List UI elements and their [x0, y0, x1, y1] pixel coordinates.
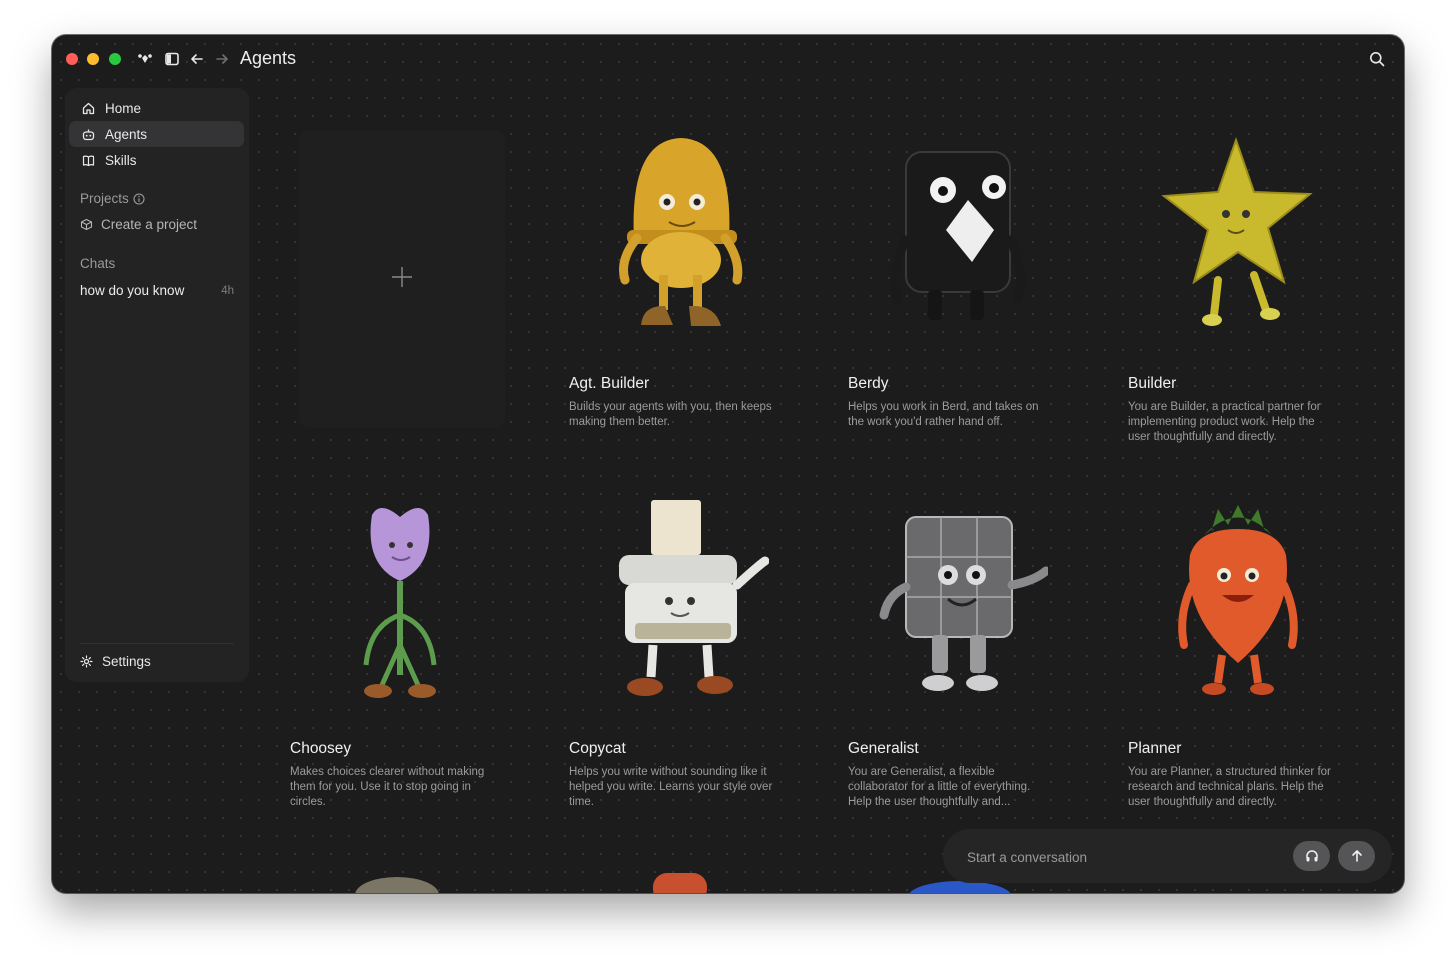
title-bar: Agents [52, 35, 1404, 85]
agent-description: You are Planner, a structured thinker fo… [1128, 766, 1331, 808]
agent-card-builder[interactable]: Builder You are Builder, a practical par… [1128, 130, 1338, 443]
composer-bar [943, 829, 1392, 883]
sidebar-item-label: Agents [105, 126, 148, 142]
sidebar-toggle-icon[interactable] [163, 50, 181, 68]
black-cube-character-image [890, 151, 1026, 320]
sidebar-divider [80, 643, 234, 644]
agent-description: Makes choices clearer without making the… [290, 766, 485, 808]
agent-description: Builds your agents with you, then keeps … [569, 401, 772, 428]
plus-icon [391, 266, 413, 293]
agent-name: Generalist [848, 740, 919, 757]
agent-name: Builder [1128, 375, 1177, 392]
robot-icon [82, 127, 96, 141]
strawberry-character-image [1178, 505, 1298, 695]
agent-name: Berdy [848, 375, 889, 392]
agent-card-generalist[interactable]: Generalist You are Generalist, a flexibl… [848, 495, 1058, 808]
arrow-up-icon [1350, 849, 1364, 863]
create-project-button[interactable]: Create a project [80, 217, 197, 232]
maximize-window-button[interactable] [109, 53, 121, 65]
info-icon[interactable] [133, 192, 145, 205]
message-input[interactable] [965, 846, 1269, 868]
settings-button[interactable]: Settings [80, 654, 151, 669]
red-character-image [653, 873, 707, 893]
agent-card-planner[interactable]: Planner You are Planner, a structured th… [1128, 495, 1338, 808]
home-icon [82, 101, 96, 115]
chat-item[interactable]: how do you know 4h [80, 283, 234, 298]
agent-description: Helps you write without sounding like it… [569, 766, 773, 808]
app-window: Agents Home Agents Skills Projects Creat… [52, 35, 1404, 893]
back-arrow-icon[interactable] [188, 50, 206, 68]
minimize-window-button[interactable] [87, 53, 99, 65]
agent-card-berdy[interactable]: Berdy Helps you work in Berd, and takes … [848, 130, 1058, 430]
hard-hat-character-image [619, 138, 743, 326]
voice-button[interactable] [1293, 841, 1330, 871]
send-button[interactable] [1338, 841, 1375, 871]
headphones-icon [1305, 849, 1319, 863]
sidebar-item-home[interactable]: Home [69, 95, 244, 121]
forward-arrow-icon[interactable] [213, 50, 231, 68]
agent-description: You are Builder, a practical partner for… [1128, 401, 1321, 443]
agent-description: You are Generalist, a flexible collabora… [848, 766, 1031, 808]
chrome-cube-character-image [879, 516, 1048, 691]
projects-section-label: Projects [80, 191, 145, 206]
sidebar: Home Agents Skills Projects Create a pro… [65, 88, 249, 682]
search-icon[interactable] [1368, 50, 1386, 68]
book-icon [82, 153, 96, 167]
agent-name: Copycat [569, 740, 626, 757]
new-agent-card[interactable] [299, 130, 505, 428]
agent-name: Planner [1128, 740, 1182, 757]
chats-section-label: Chats [80, 256, 116, 271]
close-window-button[interactable] [66, 53, 78, 65]
typewriter-character-image [619, 500, 769, 696]
app-logo-icon[interactable] [136, 50, 154, 68]
page-title: Agents [240, 48, 297, 68]
sidebar-item-label: Skills [105, 152, 137, 168]
tulip-character-image [363, 507, 437, 698]
agent-card-choosey[interactable]: Choosey Makes choices clearer without ma… [290, 495, 500, 808]
agent-card-agt-builder[interactable]: Agt. Builder Builds your agents with you… [569, 130, 779, 430]
sidebar-item-skills[interactable]: Skills [69, 147, 244, 173]
sidebar-item-label: Home [105, 100, 142, 116]
chat-title: how do you know [80, 283, 185, 298]
agent-name: Agt. Builder [569, 375, 650, 392]
gear-icon [80, 655, 93, 668]
agent-card-copycat[interactable]: Copycat Helps you write without sounding… [569, 495, 779, 808]
rock-character-image [355, 877, 439, 893]
sidebar-item-agents[interactable]: Agents [69, 121, 244, 147]
chat-timestamp: 4h [221, 284, 234, 297]
star-character-image [1161, 136, 1313, 326]
agent-name: Choosey [290, 740, 352, 757]
agent-description: Helps you work in Berd, and takes on the… [848, 401, 1039, 428]
box-icon [80, 218, 93, 231]
